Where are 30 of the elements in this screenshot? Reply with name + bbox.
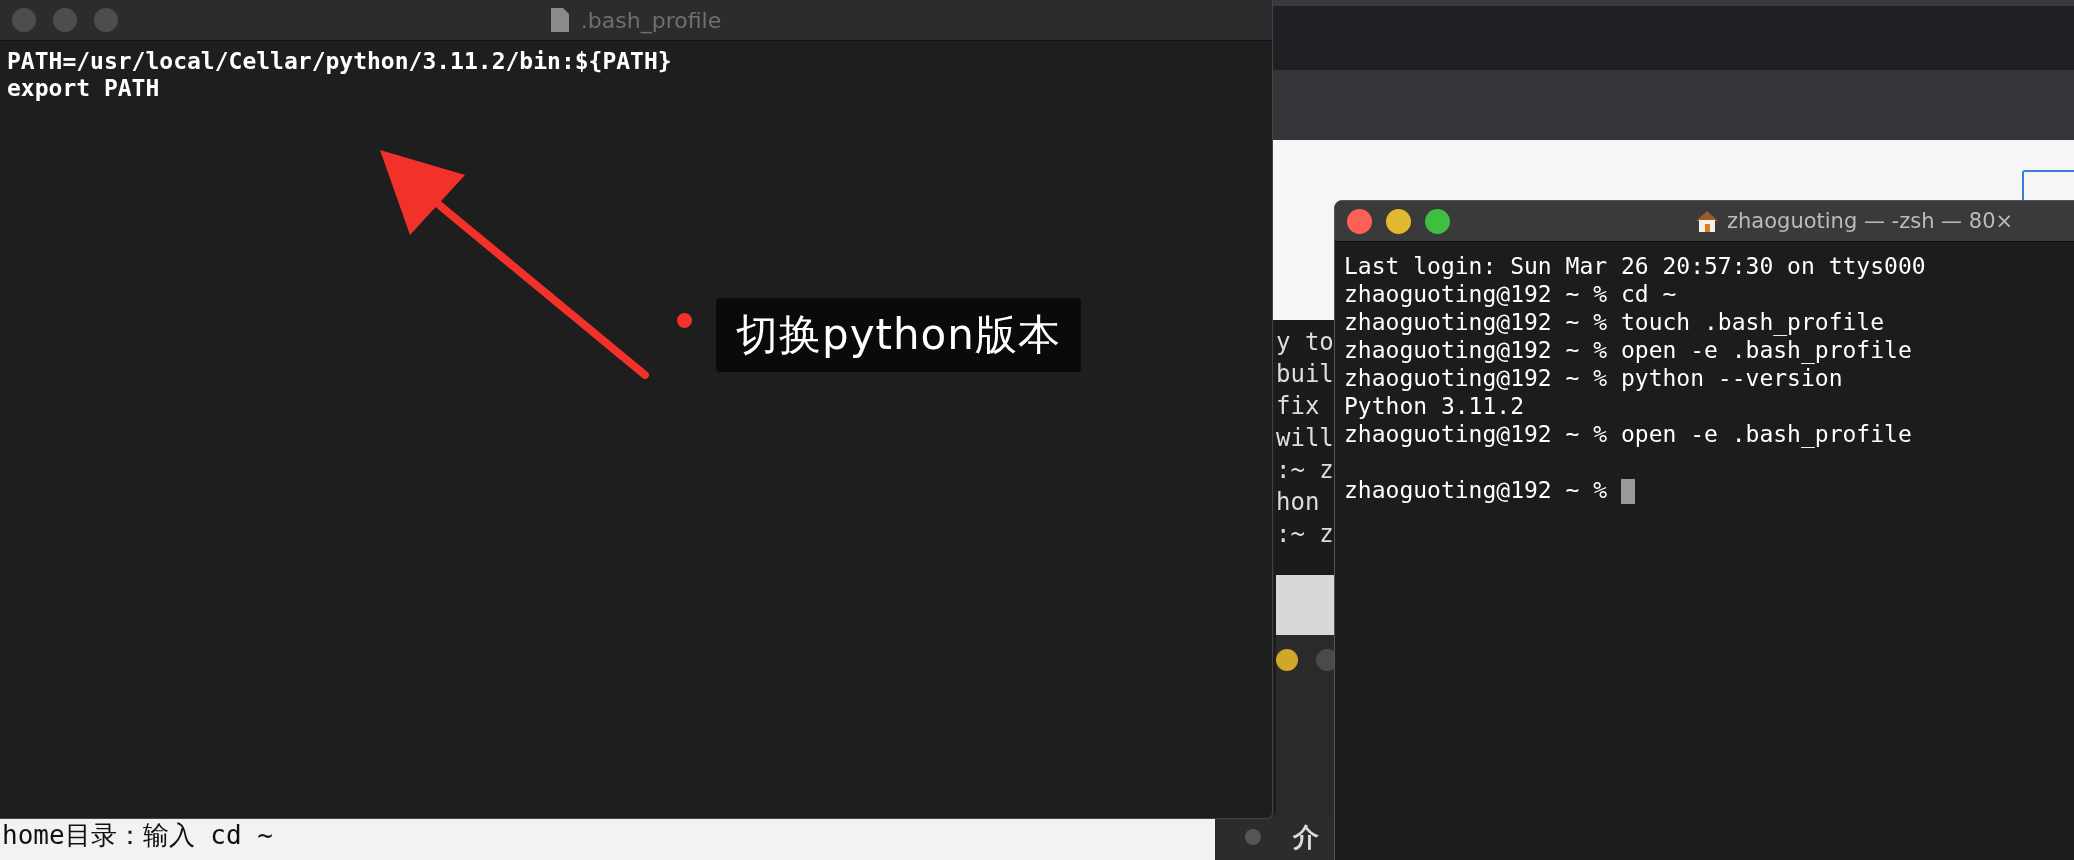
terminal-line: Last login: Sun Mar 26 20:57:30 on ttys000 [1344,253,1926,279]
terminal-line: buil [1276,360,1334,388]
window-title: zhaoguoting — -zsh — 80× [1727,209,2014,233]
caption-text: home目录：输入 cd ~ [2,819,273,852]
terminal-line: :~ z [1276,520,1334,548]
terminal-line: hon [1276,488,1320,516]
terminal-line: zhaoguoting@192 ~ % open -e .bash_profile [1344,337,1912,363]
terminal-line: Python 3.11.2 [1344,393,1524,419]
minimize-button[interactable] [1276,649,1298,671]
terminal-line: fix [1276,392,1320,420]
zoom-button[interactable] [1425,208,1450,234]
terminal-line: zhaoguoting@192 ~ % touch .bash_profile [1344,309,1885,335]
terminal-line: y to [1276,328,1334,356]
close-button[interactable] [1347,208,1372,234]
window-title: .bash_profile [580,7,722,33]
minimize-button[interactable] [1386,208,1411,234]
terminal-line: zhaoguoting@192 ~ % [1344,477,1609,503]
terminal-line: :~ z [1276,456,1334,484]
terminal-line: will [1276,424,1334,452]
text-cursor [1620,479,1635,504]
panel-label: 介 [1293,821,1319,854]
terminal-line: zhaoguoting@192 ~ % python --version [1344,365,1843,391]
terminal-line: zhaoguoting@192 ~ % open -e .bash_profile [1344,421,1912,447]
house-icon [1695,209,1719,233]
terminal-line: zhaoguoting@192 ~ % cd ~ [1344,281,1677,307]
code-line: PATH=/usr/local/Cellar/python/3.11.2/bin:${PATH} [7,48,672,74]
annotation-text: 切换python版本 [736,309,1061,361]
code-line: export PATH [7,75,160,101]
dot-icon [1245,829,1261,845]
document-icon [550,8,569,32]
